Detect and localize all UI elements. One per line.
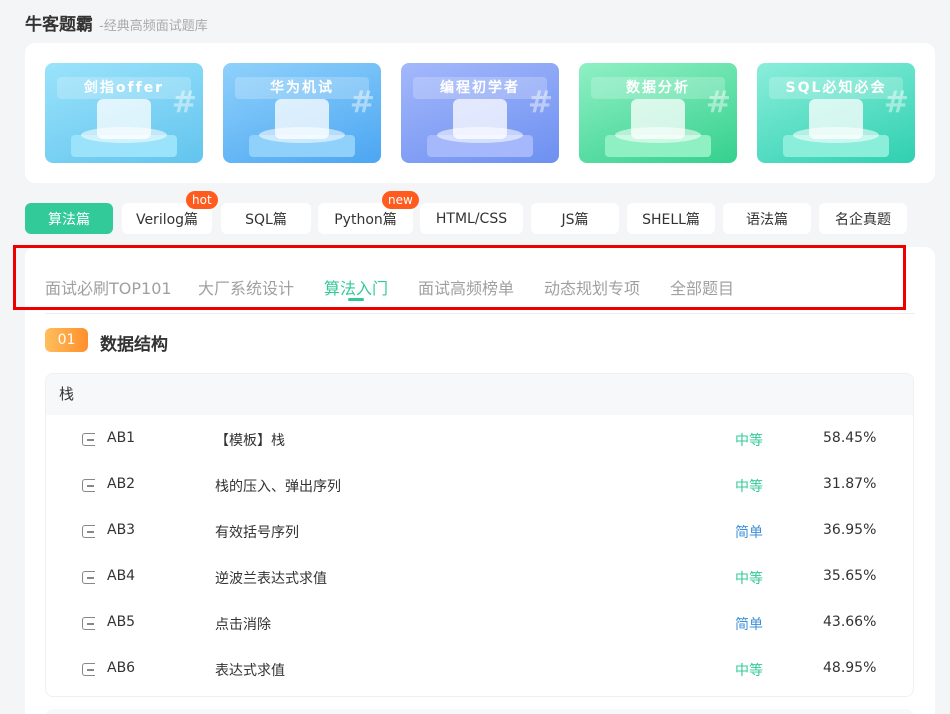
question-title[interactable]: 有效括号序列 xyxy=(215,522,299,542)
category-tab-syntax[interactable]: 语法篇 xyxy=(723,203,811,234)
category-tab-sql[interactable]: SQL篇 xyxy=(221,203,311,234)
code-brackets-icon xyxy=(453,99,507,139)
page-title: 牛客题霸 xyxy=(25,15,93,35)
book-icon xyxy=(97,99,151,139)
question-row[interactable]: AB1 【模板】栈 中等 58.45% xyxy=(46,418,913,464)
question-id: AB6 xyxy=(107,660,136,676)
question-difficulty: 中等 xyxy=(735,433,763,449)
question-row[interactable]: AB4 逆波兰表达式求值 中等 35.65% xyxy=(46,556,913,602)
question-pass-rate: 48.95% xyxy=(823,660,877,676)
category-tab-verilog[interactable]: Verilog篇 hot xyxy=(122,191,218,234)
banner-huawei[interactable]: 华为机试 # xyxy=(223,63,381,163)
question-icon xyxy=(82,571,95,584)
question-difficulty: 中等 xyxy=(735,663,763,679)
page-header: 牛客题霸 -经典高频面试题库 xyxy=(25,10,208,35)
category-label: Verilog篇 xyxy=(135,211,199,228)
hash-icon: # xyxy=(705,85,731,120)
question-pass-rate: 35.65% xyxy=(823,568,877,584)
question-icon xyxy=(82,663,95,676)
banner-jianzhi-offer[interactable]: 剑指offer # xyxy=(45,63,203,163)
category-tab-company-exams[interactable]: 名企真题 xyxy=(819,203,907,234)
hash-icon: # xyxy=(883,85,909,120)
question-pass-rate: 58.45% xyxy=(823,430,877,446)
hash-icon: # xyxy=(171,85,197,120)
page-subtitle: -经典高频面试题库 xyxy=(99,19,208,34)
next-topic-card xyxy=(45,709,914,714)
banner-sql[interactable]: SQL必知必会 # xyxy=(757,63,915,163)
laptop-icon xyxy=(275,99,329,139)
question-title[interactable]: 点击消除 xyxy=(215,614,271,634)
category-label: 名企真题 xyxy=(835,211,891,228)
highlight-box xyxy=(13,245,906,310)
question-pass-rate: 31.87% xyxy=(823,476,877,492)
question-icon xyxy=(82,433,95,446)
section-title: 数据结构 xyxy=(100,335,168,355)
pie-chart-icon xyxy=(631,99,685,139)
category-tab-shell[interactable]: SHELL篇 xyxy=(627,203,715,234)
hash-icon: # xyxy=(349,85,375,120)
question-row[interactable]: AB3 有效括号序列 简单 36.95% xyxy=(46,510,913,556)
category-tab-python[interactable]: Python篇 new xyxy=(318,191,419,234)
banner-data-analysis[interactable]: 数据分析 # xyxy=(579,63,737,163)
question-difficulty: 中等 xyxy=(735,571,763,587)
category-label: 算法篇 xyxy=(48,211,90,228)
topic-name: 栈 xyxy=(46,374,913,415)
category-tab-js[interactable]: JS篇 xyxy=(531,203,619,234)
question-title[interactable]: 表达式求值 xyxy=(215,660,285,680)
question-id: AB1 xyxy=(107,430,136,446)
book-icon xyxy=(809,99,863,139)
question-pass-rate: 43.66% xyxy=(823,614,877,630)
question-id: AB5 xyxy=(107,614,136,630)
hot-badge: hot xyxy=(186,191,218,209)
question-difficulty: 简单 xyxy=(735,617,763,633)
tabs-divider xyxy=(45,313,915,314)
category-label: JS篇 xyxy=(561,211,589,228)
topic-card: 栈 AB1 【模板】栈 中等 58.45% AB2 栈的压入、弹出序列 中等 3… xyxy=(45,373,914,697)
new-badge: new xyxy=(382,191,419,209)
category-label: SQL篇 xyxy=(245,211,287,228)
question-title[interactable]: 【模板】栈 xyxy=(215,430,285,450)
category-label: 语法篇 xyxy=(746,211,788,228)
question-title[interactable]: 逆波兰表达式求值 xyxy=(215,568,327,588)
category-tab-algorithm[interactable]: 算法篇 xyxy=(25,203,113,234)
hash-icon: # xyxy=(527,85,553,120)
question-title[interactable]: 栈的压入、弹出序列 xyxy=(215,476,341,496)
question-pass-rate: 36.95% xyxy=(823,522,877,538)
question-difficulty: 简单 xyxy=(735,525,763,541)
banner-beginner[interactable]: 编程初学者 # xyxy=(401,63,559,163)
category-label: SHELL篇 xyxy=(642,211,700,228)
question-id: AB3 xyxy=(107,522,136,538)
section-number: 01 xyxy=(45,328,88,352)
question-row[interactable]: AB6 表达式求值 中等 48.95% xyxy=(46,648,913,694)
category-label: Python篇 xyxy=(334,211,397,228)
question-icon xyxy=(82,525,95,538)
question-id: AB4 xyxy=(107,568,136,584)
category-tab-html-css[interactable]: HTML/CSS xyxy=(420,203,523,234)
question-row[interactable]: AB2 栈的压入、弹出序列 中等 31.87% xyxy=(46,464,913,510)
question-difficulty: 中等 xyxy=(735,479,763,495)
category-label: HTML/CSS xyxy=(435,210,508,227)
question-icon xyxy=(82,617,95,630)
question-icon xyxy=(82,479,95,492)
question-id: AB2 xyxy=(107,476,136,492)
question-row[interactable]: AB5 点击消除 简单 43.66% xyxy=(46,602,913,648)
